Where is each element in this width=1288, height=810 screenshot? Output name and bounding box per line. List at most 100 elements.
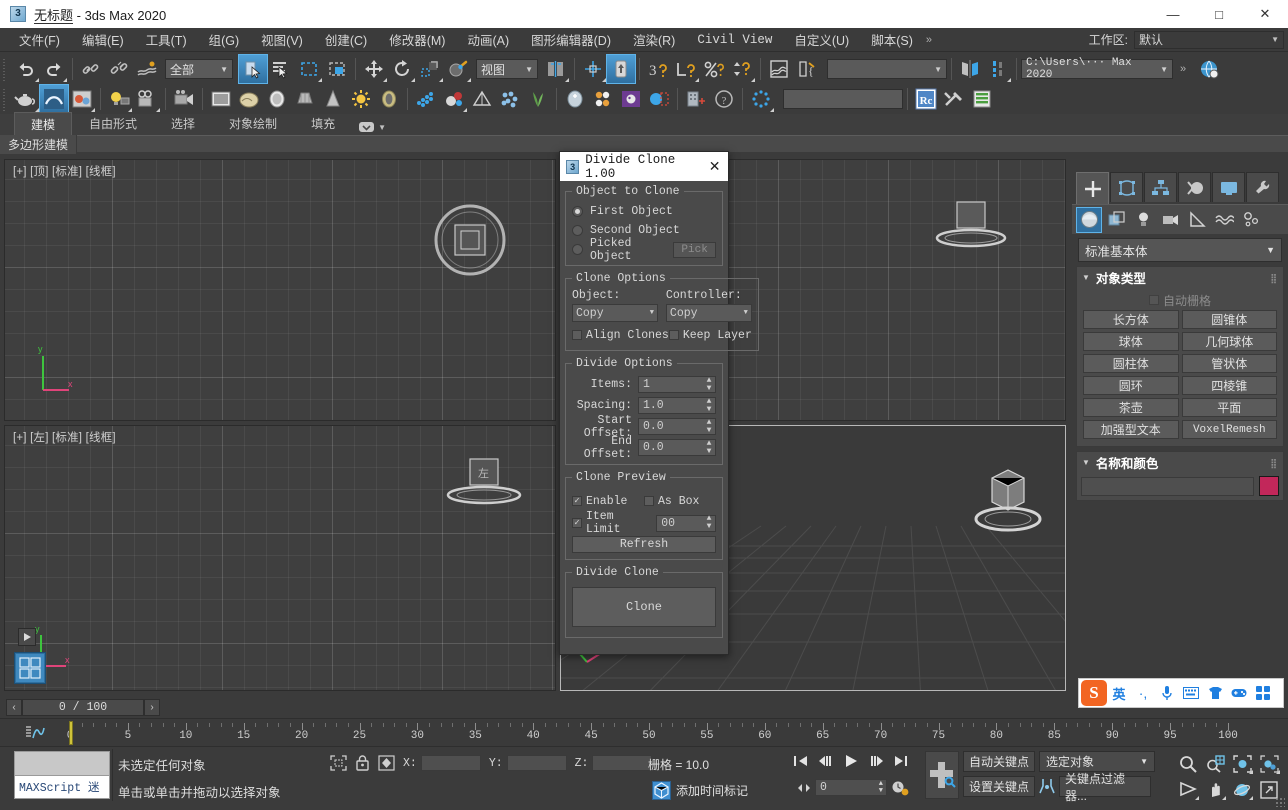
- menu-item-tools[interactable]: 工具(T): [135, 27, 198, 52]
- skin-icon[interactable]: [1203, 680, 1227, 706]
- spinner-arrows-icon[interactable]: ▲ ▼: [704, 397, 715, 414]
- toolbar-overflow-icon[interactable]: »: [1175, 63, 1191, 75]
- create-tube-button[interactable]: 管状体: [1181, 354, 1277, 373]
- dialog-close-button[interactable]: ✕: [705, 157, 724, 177]
- clone-button[interactable]: Clone: [572, 587, 716, 627]
- edit-named-selection-sets-icon[interactable]: [765, 55, 793, 83]
- hierarchy-tab[interactable]: [1144, 172, 1177, 202]
- mirror-icon[interactable]: {: [793, 55, 821, 83]
- current-frame-display[interactable]: 0 / 100: [22, 698, 144, 716]
- menu-item-customize[interactable]: 自定义(U): [783, 27, 860, 52]
- time-arrows-icon[interactable]: [797, 782, 811, 794]
- viewport-top[interactable]: [+] [顶] [标准] [线框] y x: [4, 159, 556, 421]
- scene-explorer-icon[interactable]: [1195, 55, 1223, 83]
- create-geosphere-button[interactable]: 几何球体: [1181, 332, 1277, 351]
- auto-grid-checkbox[interactable]: 自动栅格: [1083, 290, 1277, 310]
- spinner-value-snap-icon[interactable]: [728, 55, 756, 83]
- physical-camera-icon[interactable]: [170, 85, 198, 113]
- environment-icon[interactable]: [375, 85, 403, 113]
- voice-icon[interactable]: [1155, 680, 1179, 706]
- create-tab[interactable]: [1076, 172, 1109, 204]
- zoom-extents-icon[interactable]: [1229, 751, 1255, 776]
- render-production-icon[interactable]: [263, 85, 291, 113]
- curve-editor-icon[interactable]: [24, 724, 46, 742]
- selection-filter-combo[interactable]: 全部 ▼: [165, 59, 233, 79]
- y-input[interactable]: [506, 755, 567, 771]
- select-by-name-icon[interactable]: [267, 55, 295, 83]
- item-limit-spinner[interactable]: 00 ▲ ▼: [656, 514, 716, 532]
- object-clone-type-combo[interactable]: Copy ▼: [572, 304, 658, 322]
- align-clones-checkbox[interactable]: Align Clones: [572, 326, 669, 344]
- as-box-checkbox[interactable]: As Box: [644, 492, 716, 510]
- percent-snap-3-icon[interactable]: 3: [644, 55, 672, 83]
- field-of-view-icon[interactable]: [1175, 777, 1201, 802]
- systems-icon[interactable]: [1239, 208, 1263, 232]
- cameras-icon[interactable]: [1158, 208, 1182, 232]
- select-and-place-icon[interactable]: [444, 55, 472, 83]
- shapes-icon[interactable]: [1104, 208, 1128, 232]
- ribbon-polygon-modeling-button[interactable]: 多边形建模: [0, 134, 78, 154]
- time-configuration-icon[interactable]: [891, 779, 909, 796]
- menu-item-file[interactable]: 文件(F): [8, 27, 71, 52]
- material-explorer-icon[interactable]: [617, 85, 645, 113]
- previous-frame-button[interactable]: ‹: [6, 698, 22, 716]
- mirror-objects-icon[interactable]: [956, 55, 984, 83]
- add-time-tag-row[interactable]: 添加时间标记: [652, 781, 748, 800]
- absolute-relative-mode-icon[interactable]: [378, 755, 395, 771]
- select-and-link-icon[interactable]: [77, 55, 105, 83]
- window-resize-grip[interactable]: [1275, 797, 1285, 807]
- undo-icon[interactable]: [12, 55, 40, 83]
- time-slider-playhead[interactable]: [69, 721, 73, 745]
- create-teapot-button[interactable]: 茶壶: [1083, 398, 1179, 417]
- select-and-scale-icon[interactable]: [416, 55, 444, 83]
- menu-item-views[interactable]: 视图(V): [250, 27, 314, 52]
- ribbon-tab-freeform[interactable]: 自由形式: [72, 111, 154, 135]
- maxscript-output-pane[interactable]: [15, 752, 109, 776]
- display-tab[interactable]: [1212, 172, 1245, 202]
- minimize-button[interactable]: —: [1150, 0, 1196, 28]
- viewcube-widget[interactable]: [14, 652, 46, 684]
- lights-icon[interactable]: [1131, 208, 1155, 232]
- game-icon[interactable]: [1227, 680, 1251, 706]
- percent-snap-toggle-icon[interactable]: [700, 55, 728, 83]
- ribbon-tab-selection[interactable]: 选择: [154, 111, 212, 135]
- ribbon-tab-populate[interactable]: 填充: [294, 111, 352, 135]
- object-name-input[interactable]: [1081, 476, 1254, 496]
- teapot-preview-icon[interactable]: [12, 85, 40, 113]
- menu-item-edit[interactable]: 编辑(E): [71, 27, 135, 52]
- zoom-extents-all-icon[interactable]: [1256, 751, 1282, 776]
- pan-view-icon[interactable]: [1202, 777, 1228, 802]
- viewport-left[interactable]: [+] [左] [标准] [线框] 左 y x: [4, 425, 556, 691]
- create-cylinder-button[interactable]: 圆柱体: [1083, 354, 1179, 373]
- track-bar[interactable]: 0510152025303540455055606570758085909510…: [0, 718, 1288, 746]
- menu-item-modifiers[interactable]: 修改器(M): [378, 27, 456, 52]
- material-editor-icon[interactable]: [68, 85, 96, 113]
- foliage-icon[interactable]: [524, 85, 552, 113]
- toolbar-grip[interactable]: [2, 57, 9, 81]
- maxscript-mini-listener[interactable]: MAXScript 迷: [14, 751, 110, 799]
- zoom-all-icon[interactable]: [1202, 751, 1228, 776]
- particle-view-icon[interactable]: [412, 85, 440, 113]
- enable-preview-checkbox[interactable]: Enable: [572, 492, 644, 510]
- refresh-button[interactable]: Refresh: [572, 536, 716, 553]
- snaps-toggle-icon[interactable]: [579, 55, 607, 83]
- x-input[interactable]: [420, 755, 481, 771]
- orbit-icon[interactable]: [1229, 777, 1255, 802]
- helpers-icon[interactable]: [1185, 208, 1209, 232]
- spinner-arrows-icon[interactable]: ▲ ▼: [879, 780, 886, 795]
- viewport-top-label[interactable]: [+] [顶] [标准] [线框]: [13, 163, 116, 179]
- spinner-snap-icon[interactable]: [672, 55, 700, 83]
- radio-first-object[interactable]: First Object: [572, 202, 716, 221]
- viewport-animation-play-button[interactable]: [18, 628, 36, 646]
- spinner-arrows-icon[interactable]: ▲ ▼: [704, 439, 715, 456]
- workspace-combo[interactable]: 默认 ▼: [1134, 30, 1284, 49]
- tools-icon[interactable]: [940, 85, 968, 113]
- menu-item-animation[interactable]: 动画(A): [456, 27, 520, 52]
- set-key-mode-icon[interactable]: [1039, 777, 1056, 796]
- create-box-button[interactable]: 长方体: [1083, 310, 1179, 329]
- menu-item-civil-view[interactable]: Civil View: [686, 30, 783, 50]
- sogou-ime-toolbar[interactable]: S 英 ·,: [1078, 678, 1284, 708]
- toolbar-grip[interactable]: [2, 87, 9, 111]
- bind-to-space-warp-icon[interactable]: [133, 55, 161, 83]
- hierarchy-graph-icon[interactable]: [468, 85, 496, 113]
